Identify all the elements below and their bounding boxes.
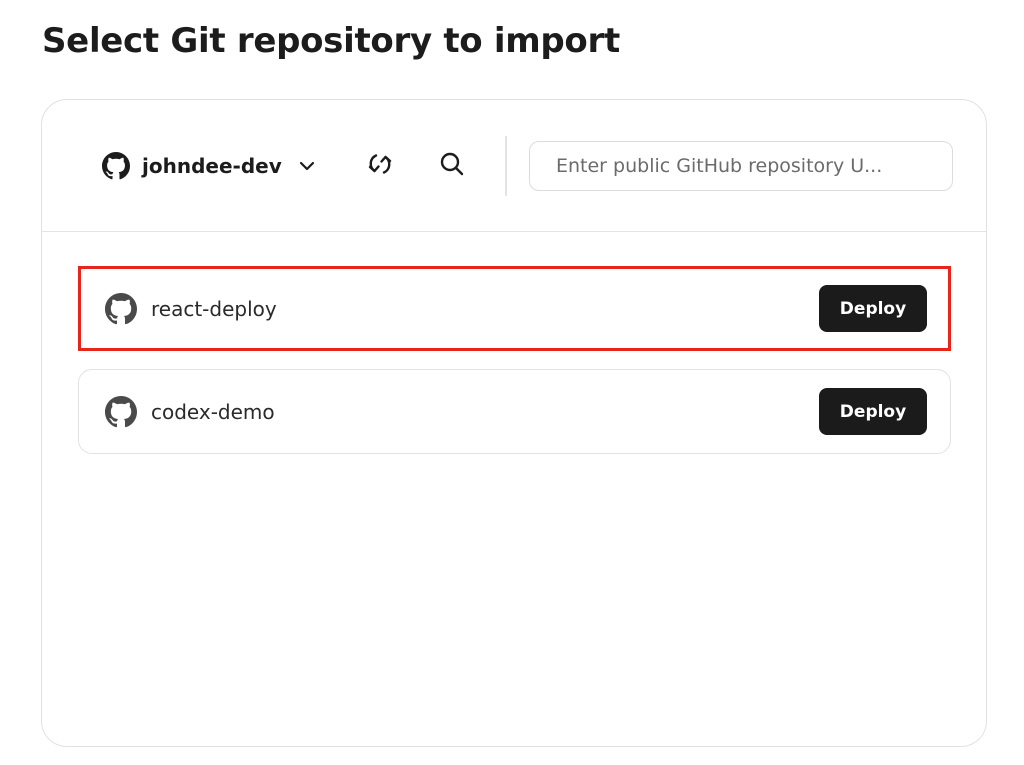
refresh-button[interactable]	[362, 148, 398, 184]
repository-list: react-deploy Deploy codex-demo Deploy	[78, 266, 951, 472]
chevron-down-icon	[298, 157, 316, 175]
search-icon	[438, 150, 466, 182]
github-icon	[105, 395, 137, 428]
repository-row-react-deploy: react-deploy Deploy	[78, 266, 951, 351]
search-button[interactable]	[434, 148, 470, 184]
repository-name: codex-demo	[151, 399, 275, 424]
account-name: johndee-dev	[142, 154, 282, 178]
repository-url-input[interactable]	[529, 141, 953, 191]
deploy-button[interactable]: Deploy	[819, 388, 927, 435]
repository-name: react-deploy	[151, 296, 277, 321]
page-title: Select Git repository to import	[42, 21, 620, 61]
repository-row-codex-demo: codex-demo Deploy	[78, 369, 951, 454]
github-icon	[105, 292, 137, 325]
github-icon	[102, 152, 130, 180]
account-selector[interactable]: johndee-dev	[102, 146, 316, 186]
repository-import-panel: johndee-dev Enter public GitHub reposito…	[41, 99, 987, 747]
refresh-icon	[366, 150, 394, 182]
repository-toolbar: johndee-dev	[42, 100, 986, 232]
deploy-button[interactable]: Deploy	[819, 285, 927, 332]
toolbar-divider	[505, 136, 507, 196]
